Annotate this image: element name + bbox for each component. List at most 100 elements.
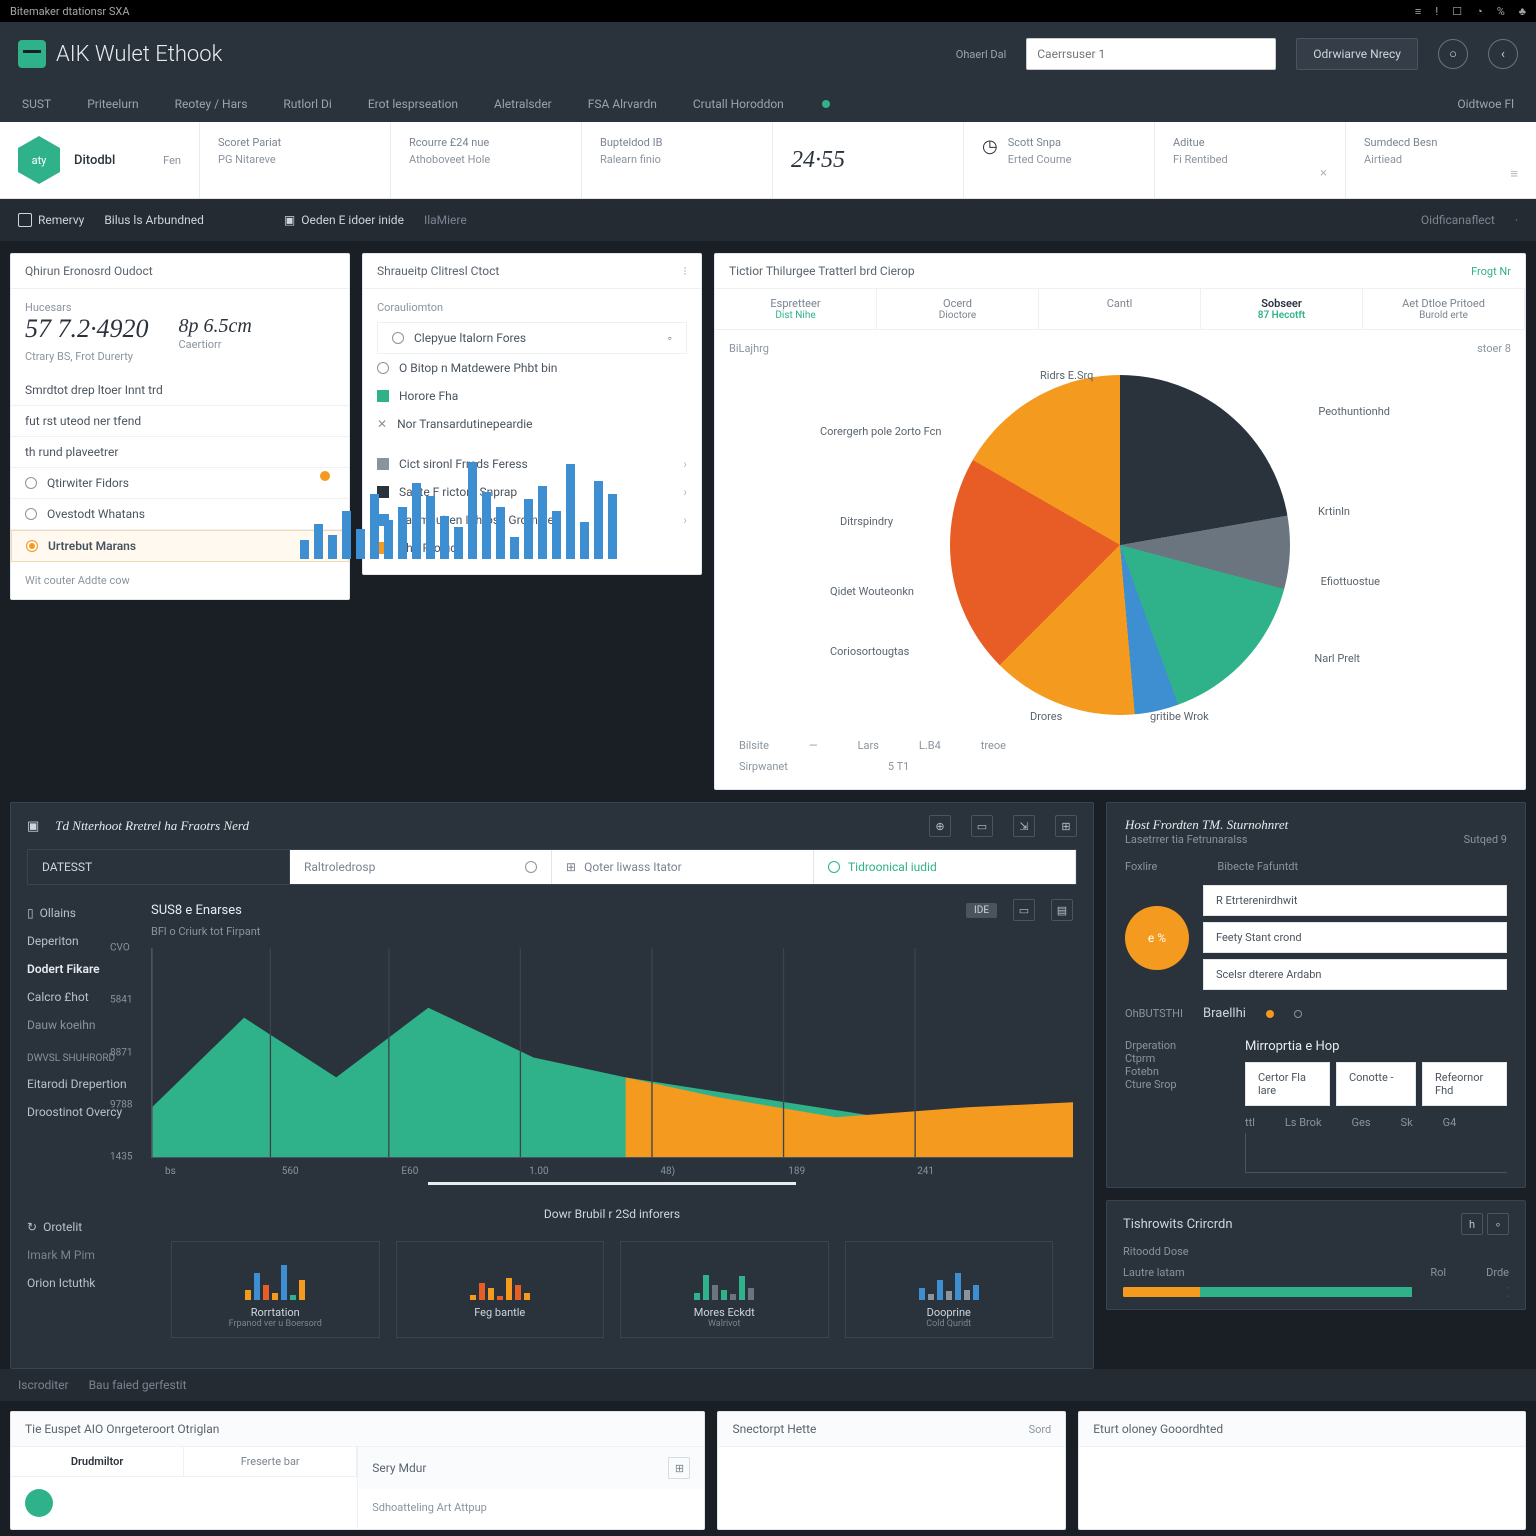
card-link[interactable]: Sord: [1029, 1423, 1052, 1436]
list-item[interactable]: Smrdtot drep ltoer Innt trd: [11, 375, 349, 406]
help-icon[interactable]: ○: [1438, 39, 1468, 69]
panel-title: Td Ntterhoot Rretrel ha Fraotrs Nerd: [55, 818, 249, 834]
header-link[interactable]: Ohaerl Dal: [956, 48, 1006, 61]
titlebar: AIK Wulet Ethook Ohaerl Dal Odrwiarve Nr…: [0, 22, 1536, 86]
crumb[interactable]: Bau faied gerfestit: [89, 1378, 187, 1392]
tray-icon[interactable]: ☐: [1452, 5, 1462, 18]
tray-icon[interactable]: %: [1497, 5, 1505, 18]
action-icon[interactable]: ∘: [1487, 1213, 1509, 1235]
tray-icon[interactable]: ≡: [1415, 5, 1421, 18]
nav-tab[interactable]: FSA Alrvardn: [584, 97, 661, 111]
tab-active[interactable]: Sobseer87 Hecotft: [1201, 289, 1363, 329]
field[interactable]: R Etrterenirdhwit: [1203, 885, 1507, 916]
tab[interactable]: OcerdDioctore: [877, 289, 1039, 329]
side-nav-item[interactable]: Imark M Pim: [27, 1241, 135, 1269]
nav-tab[interactable]: SUST: [18, 97, 55, 111]
primary-action-button[interactable]: Odrwiarve Nrecy: [1296, 38, 1418, 70]
action-icon[interactable]: ⊞: [1055, 815, 1077, 837]
tray-icon[interactable]: ♣: [1519, 5, 1526, 18]
card-title: Tie Euspet AIO Onrgeteroort Otriglan: [25, 1422, 219, 1436]
expand-icon[interactable]: ⊞: [668, 1457, 690, 1479]
crumb[interactable]: Bilus ls Arbundned: [104, 213, 204, 227]
side-nav-item[interactable]: Dodert Fikare: [27, 955, 135, 983]
close-icon[interactable]: ×: [1320, 166, 1327, 181]
pie-label: gritibe Wrok: [1150, 710, 1209, 723]
list-item-selected[interactable]: Urtrebut Marans: [11, 530, 349, 562]
chevron-right-icon[interactable]: ›: [683, 485, 687, 499]
stat-sub: Airtiead: [1364, 153, 1518, 166]
stat-meta: Fen: [163, 154, 181, 167]
chevron-right-icon[interactable]: ›: [683, 513, 687, 527]
tray-icon[interactable]: ◔: [1476, 5, 1483, 18]
tab[interactable]: Freserte bar: [184, 1447, 357, 1476]
legend-item[interactable]: Horore Fha: [377, 382, 687, 410]
list-item[interactable]: ✕Nor Transardutinepeardie: [377, 410, 687, 438]
radio-on-icon: [26, 540, 38, 552]
crumb[interactable]: IlaMiere: [424, 213, 467, 227]
col-header: Bibecte Fafuntdt: [1217, 860, 1298, 873]
grid-label[interactable]: Fotebn: [1125, 1065, 1225, 1078]
mini-card[interactable]: Feg bantle: [396, 1241, 605, 1338]
action-icon[interactable]: h: [1461, 1213, 1483, 1235]
mini-card[interactable]: RorrtationFrpanod ver u Boersord: [171, 1241, 380, 1338]
home-crumb[interactable]: Remervy: [18, 213, 84, 227]
crumb[interactable]: ▣Oeden E idoer inide: [284, 213, 404, 227]
tab[interactable]: Cantl: [1039, 289, 1201, 329]
filter-cell[interactable]: Raltroledrosp: [290, 850, 552, 884]
list-item[interactable]: Ovestodt Whatans: [11, 499, 349, 530]
filter-cell[interactable]: Tidroonical iudid: [814, 850, 1076, 884]
input[interactable]: Certor Fla lare: [1245, 1062, 1330, 1106]
panel-link[interactable]: Sutqed 9: [1464, 833, 1507, 846]
nav-tab[interactable]: Priteelurn: [83, 97, 142, 111]
swatch-icon: [377, 390, 389, 402]
nav-right[interactable]: Oidtwoe Fl: [1453, 97, 1518, 111]
chevron-icon[interactable]: ·: [1515, 213, 1518, 227]
chevron-right-icon[interactable]: ›: [683, 457, 687, 471]
filter-cell[interactable]: ⊞Qoter liwass Itator: [552, 850, 814, 884]
list-item[interactable]: fut rst uteod ner tfend: [11, 406, 349, 437]
more-icon[interactable]: ⁝: [683, 264, 687, 278]
brand: AIK Wulet Ethook: [18, 40, 222, 68]
chart-action-icon[interactable]: ▭: [1013, 899, 1035, 921]
nav-tab[interactable]: Erot lesprseation: [364, 97, 462, 111]
input[interactable]: Conotte -: [1336, 1062, 1416, 1106]
list-item[interactable]: Qtirwiter Fidors: [11, 468, 349, 499]
list-item[interactable]: th rund plaveetrer: [11, 437, 349, 468]
tab[interactable]: Drudmiltor: [11, 1447, 184, 1476]
input[interactable]: Refeornor Fhd: [1422, 1062, 1507, 1106]
chart-action-icon[interactable]: ▤: [1051, 899, 1073, 921]
mini-card[interactable]: Mores EckdtWalrivot: [620, 1241, 829, 1338]
slider-track[interactable]: [428, 1182, 797, 1185]
list-item[interactable]: O Bitop n Matdewere Phbt bin: [377, 354, 687, 382]
crumb[interactable]: Iscroditer: [18, 1378, 69, 1392]
menu-icon[interactable]: ≡: [1510, 166, 1518, 182]
filter-cell[interactable]: DATESST: [28, 850, 290, 884]
chart-subtitle: BFl o Criurk tot Firpant: [151, 925, 1073, 938]
grid-label[interactable]: Drperation: [1125, 1039, 1225, 1052]
field[interactable]: Feety Stant crond: [1203, 922, 1507, 953]
nav-tab[interactable]: Aletralsder: [490, 97, 556, 111]
filter-row: DATESST Raltroledrosp ⊞Qoter liwass Itat…: [27, 849, 1077, 885]
nav-tab[interactable]: Crutall Horoddon: [689, 97, 788, 111]
side-nav-item[interactable]: Orion Ictuthk: [27, 1269, 135, 1297]
user-icon[interactable]: ‹: [1488, 39, 1518, 69]
search-input[interactable]: [1026, 38, 1276, 70]
nav-tab[interactable]: Reotey / Hars: [171, 97, 252, 111]
action-icon[interactable]: ▭: [971, 815, 993, 837]
tab[interactable]: EspretteerDist Nihe: [715, 289, 877, 329]
stat-sub: Fi Rentibed: [1173, 153, 1327, 166]
side-nav-item[interactable]: Dauw koeihn: [27, 1011, 135, 1039]
action-icon[interactable]: ⇲: [1013, 815, 1035, 837]
tab[interactable]: Aet Dtloe PritoedBurold erte: [1363, 289, 1525, 329]
nav-tab[interactable]: Rutlorl Di: [279, 97, 335, 111]
action-icon[interactable]: ⊕: [929, 815, 951, 837]
field[interactable]: Scelsr dterere Ardabn: [1203, 959, 1507, 990]
mini-card[interactable]: DooprineCold Quridt: [845, 1241, 1054, 1338]
grid-label[interactable]: Cture Srop: [1125, 1078, 1225, 1091]
crumb-right[interactable]: Oidficanaflect: [1421, 213, 1495, 227]
side-nav-item[interactable]: Eitarodi Drepertion: [27, 1070, 135, 1098]
tray-icon[interactable]: !: [1435, 5, 1438, 18]
grid-label[interactable]: Ctprm: [1125, 1052, 1225, 1065]
list-item[interactable]: Clepyue ltalorn Fores◦: [377, 322, 687, 354]
card-link[interactable]: Frogt Nr: [1471, 265, 1511, 278]
